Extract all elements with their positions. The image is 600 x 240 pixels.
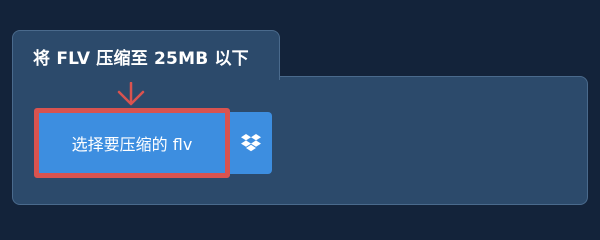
tab-seam (13, 75, 279, 79)
card-tab: 将 FLV 压缩至 25MB 以下 (12, 30, 280, 80)
dropbox-icon (241, 134, 261, 152)
arrow-down-icon (117, 82, 145, 106)
choose-file-button[interactable]: 选择要压缩的 flv (34, 108, 230, 178)
page: 将 FLV 压缩至 25MB 以下 选择要压缩的 flv (0, 0, 600, 230)
dropbox-button[interactable] (230, 112, 272, 174)
choose-file-label: 选择要压缩的 flv (71, 135, 193, 154)
card-title: 将 FLV 压缩至 25MB 以下 (33, 49, 249, 69)
